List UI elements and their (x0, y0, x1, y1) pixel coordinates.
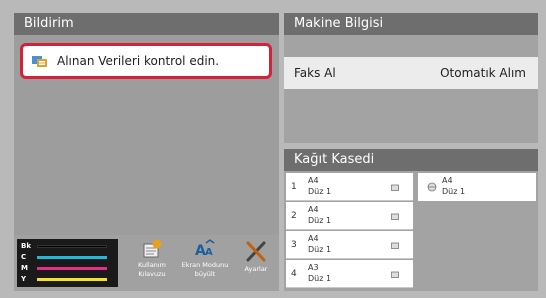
fax-receive-row[interactable]: Faks Al Otomatık Alım (284, 57, 538, 89)
tray-item[interactable]: 3 A4 Düz 1 (286, 231, 413, 259)
manual-icon (143, 239, 162, 258)
settings-button[interactable]: Ayarlar (236, 239, 276, 274)
toner-row-y: Y (21, 274, 116, 284)
bypass-paper-size: A4 (442, 176, 453, 185)
paper-tray-panel: Kağıt Kasedi 1 A4 Düz 1 2 A4 Düz 1 3 A4 … (284, 149, 538, 291)
tray-number: 2 (291, 211, 297, 221)
notification-message: Alınan Verileri kontrol edin. (57, 54, 220, 68)
toner-row-m: M (21, 263, 116, 273)
bottom-toolbar: Bk C M Y Kullanım Kılavuzu A A Ekran Mod… (14, 235, 279, 291)
manual-label-1: Kullanım (138, 261, 166, 269)
tray-paper-type: Düz 1 (308, 187, 332, 196)
tray-item[interactable]: 1 A4 Düz 1 (286, 173, 413, 201)
toner-bar-bk (37, 244, 107, 248)
screen-mode-button[interactable]: A A Ekran Modunu büyült (178, 239, 232, 279)
tray-size: A4 Düz 1 (308, 204, 331, 226)
notification-panel: Bildirim Alınan Verileri kontrol edin. (14, 13, 279, 235)
paper-tray-title: Kağıt Kasedi (284, 149, 538, 171)
screen-mode-label-2: büyült (194, 270, 216, 278)
tray-paper-type: Düz 1 (308, 216, 332, 225)
tray-paper-type: Düz 1 (308, 274, 332, 283)
svg-text:A: A (205, 247, 213, 258)
toner-bar-y (37, 277, 107, 281)
tray-size: A3 Düz 1 (308, 262, 331, 284)
bypass-tray[interactable]: A4 Düz 1 (418, 173, 536, 201)
paper-icon (391, 242, 399, 249)
toner-label: Y (21, 275, 27, 283)
tray-number: 4 (291, 269, 297, 279)
machine-info-panel: Makine Bilgisi Faks Al Otomatık Alım (284, 13, 538, 143)
notification-title: Bildirim (14, 13, 279, 35)
screen-mode-icon: A A (195, 239, 215, 259)
screen: Bildirim Alınan Verileri kontrol edin. B… (4, 5, 542, 295)
fax-label: Faks Al (294, 66, 336, 80)
tray-paper-type: Düz 1 (308, 245, 332, 254)
toner-row-bk: Bk (21, 241, 116, 251)
manual-label-2: Kılavuzu (138, 270, 166, 278)
tray-item[interactable]: 2 A4 Düz 1 (286, 202, 413, 230)
toner-label: C (21, 253, 27, 261)
settings-icon (246, 241, 266, 262)
manual-button[interactable]: Kullanım Kılavuzu (130, 239, 174, 279)
toner-label: M (21, 264, 28, 272)
tray-size: A4 Düz 1 (308, 233, 331, 255)
fax-value: Otomatık Alım (440, 66, 526, 80)
bypass-size: A4 Düz 1 (442, 175, 465, 197)
bypass-paper-type: Düz 1 (442, 187, 466, 196)
tray-paper-size: A4 (308, 205, 319, 214)
screen-mode-label-1: Ekran Modunu (181, 261, 229, 269)
tray-paper-size: A4 (308, 234, 319, 243)
toner-levels: Bk C M Y (17, 239, 118, 287)
settings-label: Ayarlar (244, 265, 268, 273)
toner-row-c: C (21, 252, 116, 262)
toner-bar-c (37, 255, 107, 259)
toner-label: Bk (21, 242, 31, 250)
paper-icon (391, 271, 399, 278)
tray-item[interactable]: 4 A3 Düz 1 (286, 260, 413, 288)
message-icon (31, 52, 49, 70)
toner-bar-m (37, 266, 107, 270)
tray-number: 3 (291, 240, 297, 250)
machine-info-title: Makine Bilgisi (284, 13, 538, 35)
tray-paper-size: A3 (308, 263, 319, 272)
notification-item[interactable]: Alınan Verileri kontrol edin. (20, 43, 272, 79)
tray-number: 1 (291, 182, 297, 192)
paper-icon (391, 184, 399, 191)
paper-icon (391, 213, 399, 220)
tray-size: A4 Düz 1 (308, 175, 331, 197)
tray-paper-size: A4 (308, 176, 319, 185)
bypass-tray-icon (427, 182, 437, 192)
